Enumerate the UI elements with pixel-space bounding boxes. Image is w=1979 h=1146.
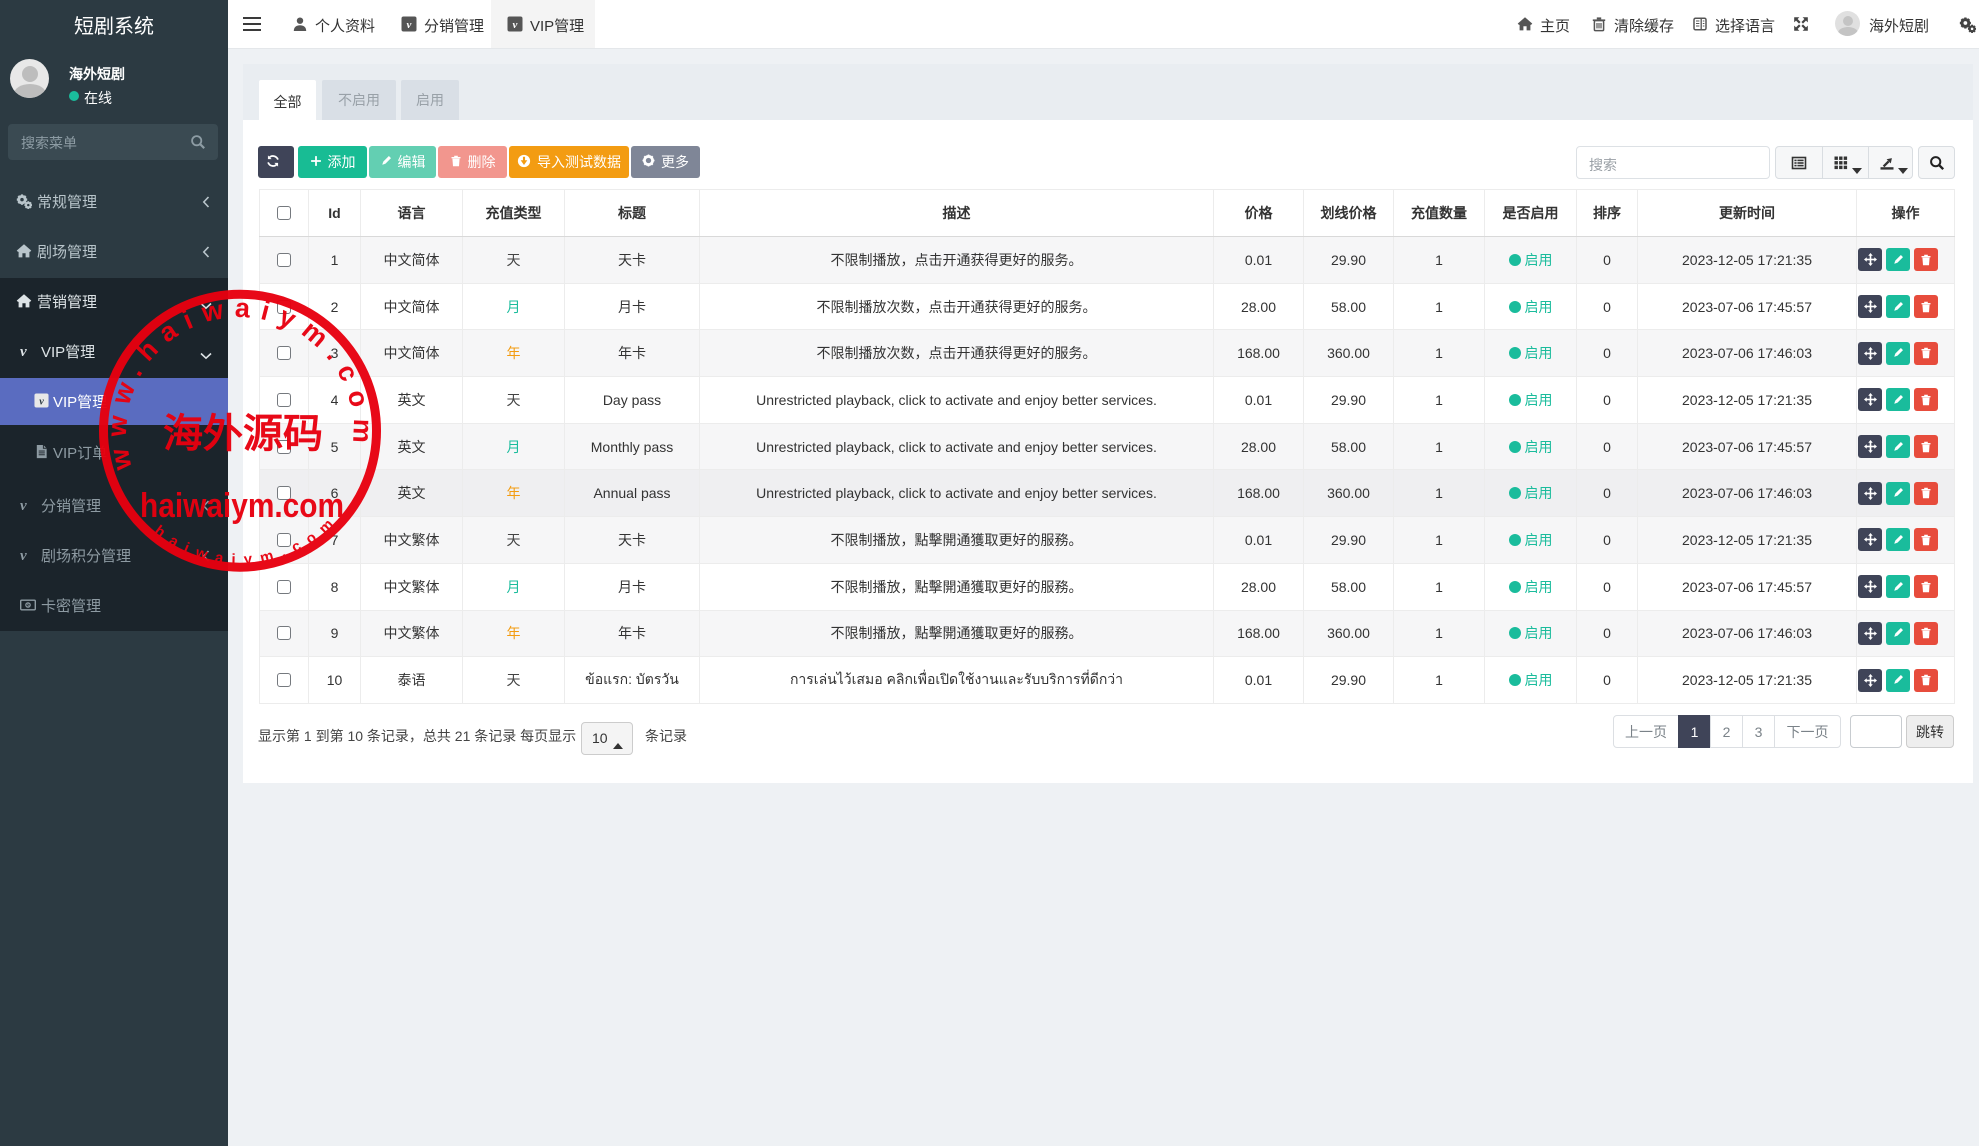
svg-text:$: $ [27,603,30,609]
svg-text:v: v [39,396,44,407]
svg-text:v: v [513,19,518,31]
svg-text:v: v [407,19,412,31]
